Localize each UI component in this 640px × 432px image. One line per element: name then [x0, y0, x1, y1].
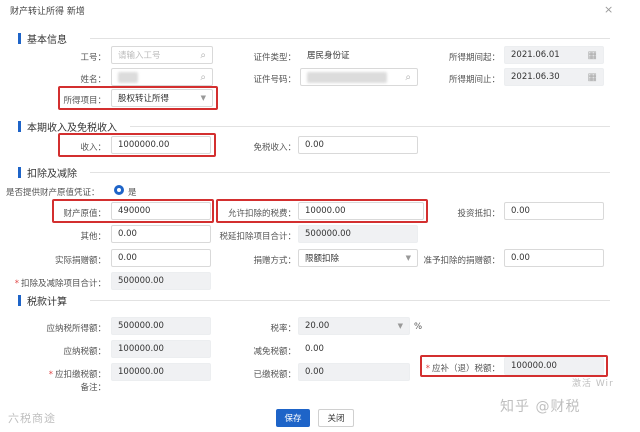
save-button[interactable]: 保存 — [276, 409, 310, 427]
section-income: 本期收入及免税收入 — [18, 120, 117, 134]
redacted-name — [118, 71, 138, 83]
windows-activation-text: 激活 Wir — [572, 379, 614, 389]
chevron-down-icon: ▼ — [397, 322, 403, 330]
tax-paid-value: 0.00 — [298, 363, 410, 381]
investment-offset-label: 投资抵扣： — [457, 209, 500, 219]
investment-offset-input[interactable]: 0.00 — [504, 202, 604, 220]
rate-select[interactable]: 20.00 ▼ — [298, 317, 410, 335]
original-value-label: 财产原值： — [63, 209, 106, 219]
id-number-label: 证件号码： — [253, 75, 296, 85]
employee-id-input[interactable]: 请输入工号 ⌕ — [111, 46, 213, 64]
tax-reduction-value: 0.00 — [298, 340, 410, 358]
divider — [90, 172, 610, 173]
tax-free-label: 免税收入： — [253, 143, 296, 153]
divider — [90, 300, 610, 301]
search-icon[interactable]: ⌕ — [405, 72, 411, 83]
period-end-label: 所得期间止： — [448, 75, 500, 85]
proof-yes-label: 是 — [128, 188, 137, 198]
calendar-icon[interactable]: ▦ — [588, 72, 597, 83]
tax-due-label: 应补（退）税额： — [422, 362, 500, 374]
tax-due-value: 100000.00 — [504, 357, 604, 375]
tax-free-input[interactable]: 0.00 — [298, 136, 418, 154]
rate-label: 税率： — [270, 324, 296, 334]
name-label: 姓名： — [80, 75, 106, 85]
donation-method-select[interactable]: 限额扣除 ▼ — [298, 249, 418, 267]
income-input[interactable]: 1000000.00 — [111, 136, 211, 154]
proof-label: 是否提供财产原值凭证： — [6, 188, 100, 198]
section-deduction: 扣除及减除 — [18, 166, 77, 180]
calendar-icon[interactable]: ▦ — [588, 50, 597, 61]
taxable-income-label: 应纳税所得额： — [46, 324, 106, 334]
period-start-label: 所得期间起： — [448, 53, 500, 63]
tax-withheld-value: 100000.00 — [111, 363, 211, 381]
allowed-donation-label: 准予扣除的捐赠额： — [423, 256, 500, 266]
deferred-total-label: 税延扣除项目合计： — [219, 232, 296, 242]
actual-donation-input[interactable]: 0.00 — [111, 249, 211, 267]
dialog-title: 财产转让所得 新增 — [10, 7, 85, 17]
close-button[interactable]: 关闭 — [318, 409, 354, 427]
close-icon[interactable]: × — [604, 3, 613, 16]
tax-payable-label: 应纳税额： — [63, 347, 106, 357]
actual-donation-label: 实际捐赠额： — [54, 256, 106, 266]
taxable-income-value: 500000.00 — [111, 317, 211, 335]
period-end-input[interactable]: 2021.06.30 ▦ — [504, 68, 604, 86]
deduction-total-label: 扣除及减除项目合计： — [6, 277, 106, 289]
proof-yes-radio[interactable] — [114, 185, 124, 195]
section-tax: 税款计算 — [18, 294, 67, 308]
tax-payable-value: 100000.00 — [111, 340, 211, 358]
tax-paid-label: 已缴税额： — [253, 370, 296, 380]
other-label: 其他： — [80, 232, 106, 242]
period-start-input[interactable]: 2021.06.01 ▦ — [504, 46, 604, 64]
id-type-label: 证件类型： — [253, 53, 296, 63]
name-input[interactable]: ⌕ — [111, 68, 213, 86]
deferred-total-value: 500000.00 — [298, 225, 418, 243]
tax-reduction-label: 减免税额： — [253, 347, 296, 357]
watermark-right: 知乎 @财税 — [500, 399, 581, 415]
section-basic: 基本信息 — [18, 32, 67, 46]
chevron-down-icon: ▼ — [200, 94, 206, 102]
income-label: 收入： — [80, 143, 106, 153]
tax-withheld-label: 应扣缴税额： — [30, 368, 106, 380]
deduction-total-value: 500000.00 — [111, 272, 211, 290]
allowed-donation-input[interactable]: 0.00 — [504, 249, 604, 267]
chevron-down-icon: ▼ — [405, 254, 411, 262]
employee-id-label: 工号： — [80, 53, 106, 63]
original-value-input[interactable]: 490000 — [111, 202, 211, 220]
donation-method-label: 捐赠方式： — [253, 256, 296, 266]
allowed-tax-label: 允许扣除的税费： — [227, 209, 296, 219]
search-icon[interactable]: ⌕ — [200, 50, 206, 61]
allowed-tax-input[interactable]: 10000.00 — [298, 202, 424, 220]
income-item-select[interactable]: 股权转让所得 ▼ — [111, 89, 213, 107]
rate-unit: % — [414, 322, 423, 332]
watermark-left: 六税商途 — [8, 412, 56, 425]
income-item-label: 所得项目： — [63, 96, 106, 106]
id-number-input[interactable]: ⌕ — [300, 68, 418, 86]
search-icon[interactable]: ⌕ — [200, 72, 206, 83]
remark-label: 备注： — [80, 383, 106, 393]
divider — [90, 38, 610, 39]
redacted-id-number — [307, 71, 387, 83]
divider — [130, 126, 610, 127]
id-type-value: 居民身份证 — [300, 46, 418, 64]
other-input[interactable]: 0.00 — [111, 225, 211, 243]
